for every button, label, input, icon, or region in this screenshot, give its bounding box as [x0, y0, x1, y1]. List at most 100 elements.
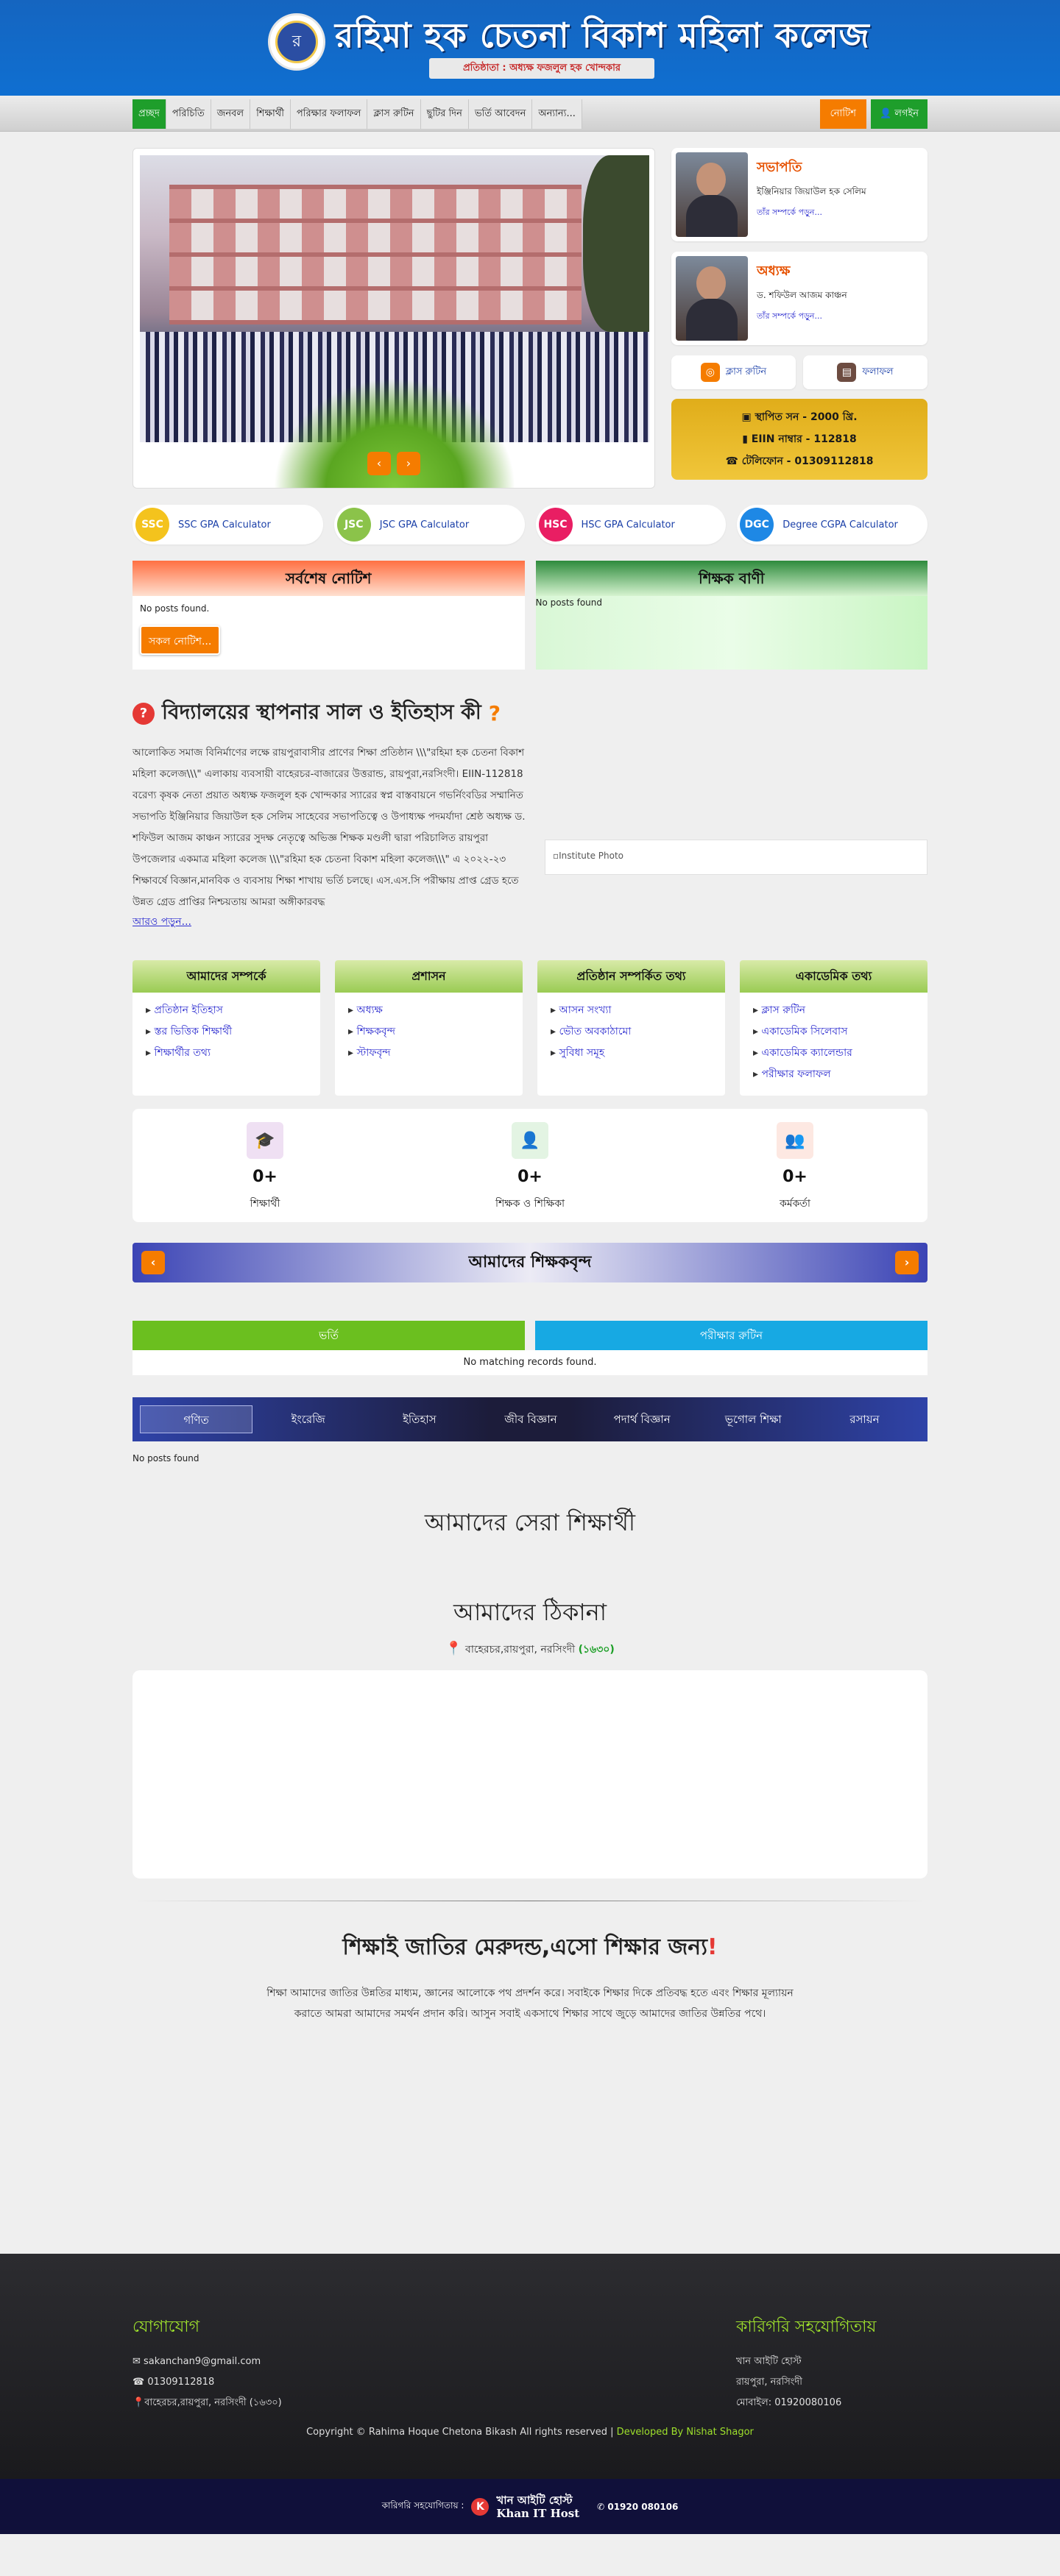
map-pin-icon: 📍	[445, 1641, 462, 1656]
map-embed[interactable]	[132, 1670, 928, 1878]
chairman-title: সভাপতি	[757, 160, 802, 175]
column-link[interactable]: শিক্ষার্থীর তথ্য	[146, 1043, 307, 1064]
graduation-cap-icon: 🎓	[247, 1122, 283, 1159]
gpa-calculator-card[interactable]: JSC JSC GPA Calculator	[333, 505, 525, 544]
gpa-badge-icon: HSC	[538, 508, 573, 542]
latest-notice-title: সর্বশেষ নোটিশ	[132, 561, 525, 596]
broken-image-icon: ▫	[553, 851, 559, 861]
footer-phone: ☎ 01309112818	[132, 2377, 215, 2388]
teachers-next-button[interactable]: ›	[895, 1251, 919, 1274]
gpa-calculator-card[interactable]: DGC Degree CGPA Calculator	[737, 505, 928, 544]
subject-tabs: গণিত ইংরেজি ইতিহাস জীব বিজ্ঞান পদার্থ বিজ্ঞা…	[132, 1397, 928, 1441]
subject-tab[interactable]: জীব বিজ্ঞান	[475, 1405, 586, 1433]
nav-item-2[interactable]: জনবল	[211, 99, 251, 129]
envelope-icon: ✉	[132, 2356, 144, 2367]
no-records-text: No matching records found.	[132, 1350, 928, 1375]
column-title: প্রতিষ্ঠান সম্পর্কিত তথ্য	[537, 960, 725, 993]
tree-shape	[583, 155, 649, 332]
established-info: ▣ স্থাপিত সন - 2000 খ্রি.	[741, 411, 858, 423]
column-link[interactable]: ক্লাস রুটিন	[753, 1000, 914, 1021]
stat-value: 0+	[517, 1168, 543, 1186]
slider-next-button[interactable]: ›	[397, 452, 420, 475]
stat-label: শিক্ষক ও শিক্ষিকা	[495, 1198, 565, 1210]
notice-empty-text: No posts found.	[140, 603, 210, 614]
user-icon: 👤	[879, 107, 895, 119]
login-button[interactable]: 👤 লগইন	[870, 99, 928, 129]
result-button[interactable]: ▤ ফলাফল	[803, 355, 928, 389]
footer-address: 📍বাহেরচর,রায়পুরা, নরসিংদী (১৬৩০)	[132, 2397, 282, 2408]
column-link[interactable]: স্তর ভিত্তিক শিক্ষার্থী	[146, 1021, 307, 1043]
column-link[interactable]: স্টাফবৃন্দ	[348, 1043, 509, 1064]
gpa-badge-icon: DGC	[740, 508, 774, 542]
nav-item-8[interactable]: অন্যান্য...	[532, 99, 582, 129]
teachers-prev-button[interactable]: ‹	[141, 1251, 165, 1274]
map-pin-icon: 📍	[132, 2397, 145, 2408]
subject-tab[interactable]: ইংরেজি	[252, 1405, 364, 1433]
principal-read-more-link[interactable]: তাঁর সম্পর্কে পড়ুন...	[757, 310, 847, 324]
nav-item-3[interactable]: শিক্ষার্থী	[250, 99, 291, 129]
credit-label: কারিগরি সহযোগিতায় :	[381, 2499, 464, 2511]
subject-tab[interactable]: ভূগোল শিক্ষা	[698, 1405, 809, 1433]
grass-decoration	[273, 377, 516, 488]
logo-emblem: র	[275, 21, 318, 63]
subject-tab[interactable]: রসায়ন	[809, 1405, 920, 1433]
motto-title: শিক্ষাই জাতির মেরুদন্ড,এসো শিক্ষার জন্য!	[342, 1934, 718, 1960]
phone-icon: ✆	[597, 2501, 608, 2512]
column-link[interactable]: প্রতিষ্ঠান ইতিহাস	[146, 1000, 307, 1021]
column-link[interactable]: অধ্যক্ষ	[348, 1000, 509, 1021]
subject-tab[interactable]: ইতিহাস	[364, 1405, 475, 1433]
column-link[interactable]: একাডেমিক সিলেবাস	[753, 1021, 914, 1043]
column-link[interactable]: পরীক্ষার ফলাফল	[753, 1064, 914, 1085]
gpa-label: SSC GPA Calculator	[178, 519, 271, 531]
contact-title: যোগাযোগ	[132, 2318, 200, 2336]
gpa-calculator-card[interactable]: SSC SSC GPA Calculator	[132, 505, 323, 544]
routine-icon: ◎	[700, 363, 720, 382]
class-routine-button[interactable]: ◎ ক্লাস রুটিন	[671, 355, 796, 389]
nav-item-5[interactable]: ক্লাস রুটিন	[367, 99, 421, 129]
phone-icon: ☎	[132, 2377, 148, 2388]
footer-email[interactable]: ✉ sakanchan9@gmail.com	[132, 2352, 282, 2372]
bookmark-icon: ▮	[742, 433, 752, 445]
column-link[interactable]: শিক্ষকবৃন্দ	[348, 1021, 509, 1043]
nav-item-4[interactable]: পরিক্ষার ফলাফল	[290, 99, 368, 129]
slider-prev-button[interactable]: ‹	[367, 452, 391, 475]
stat-item: 🎓 0+ শিক্ষার্থী	[132, 1109, 398, 1222]
nav-item-7[interactable]: ভর্তি আবেদন	[468, 99, 533, 129]
column-link[interactable]: একাডেমিক ক্যালেন্ডার	[753, 1043, 914, 1064]
teacher-speech-title: শিক্ষক বাণী	[535, 561, 928, 596]
all-notices-button[interactable]: সকল নোটিশ...	[140, 625, 221, 655]
column-title: আমাদের সম্পর্কে	[132, 960, 320, 993]
credit-brand[interactable]: খান আইটি হোস্ট Khan IT Host	[496, 2494, 579, 2520]
teachers-band: ‹ আমাদের শিক্ষকবৃন্দ ›	[132, 1243, 928, 1282]
nav-item-6[interactable]: ছুটির দিন	[420, 99, 469, 129]
column-link[interactable]: ভৌত অবকাঠামো	[551, 1021, 712, 1043]
copyright: Copyright © Rahima Hoque Chetona Bikash …	[306, 2427, 754, 2438]
tab-exam-routine[interactable]: পরীক্ষার রুটিন	[535, 1321, 928, 1350]
speech-empty-text: No posts found	[535, 597, 603, 608]
gpa-calculator-card[interactable]: HSC HSC GPA Calculator	[535, 505, 727, 544]
gpa-badge-icon: JSC	[336, 508, 371, 542]
notice-button[interactable]: নোটিশ	[819, 99, 866, 129]
history-heading: ? বিদ্যালয়ের স্থাপনার সাল ও ইতিহাস কী ?	[132, 696, 526, 731]
college-logo[interactable]: র	[268, 13, 325, 71]
tech-title: কারিগরি সহযোগিতায়	[736, 2318, 877, 2336]
stat-value: 0+	[252, 1168, 278, 1186]
nav-item-1[interactable]: পরিচিতি	[166, 99, 211, 129]
principal-name: ড. শফিউল আজম কাঞ্চন	[757, 290, 847, 300]
developer-link[interactable]: Developed By Nishat Shagor	[614, 2427, 754, 2438]
tab-admission[interactable]: ভর্তি	[132, 1321, 525, 1350]
latest-notice-panel: সর্বশেষ নোটিশ No posts found. সকল নোটিশ.…	[132, 561, 525, 670]
gpa-calculators: SSC SSC GPA Calculator JSC JSC GPA Calculat…	[132, 505, 928, 544]
nav-item-0[interactable]: প্রচ্ছদ	[132, 99, 166, 129]
subject-tab[interactable]: পদার্থ বিজ্ঞান	[587, 1405, 698, 1433]
column-title: প্রশাসন	[335, 960, 523, 993]
image-slider: ‹ ›	[132, 148, 655, 489]
column-link[interactable]: সুবিধা সমূহ	[551, 1043, 712, 1064]
read-more-link[interactable]: আরও পড়ুন...	[132, 913, 526, 931]
principal-card: অধ্যক্ষ ড. শফিউল আজম কাঞ্চন তাঁর সম্পর্ক…	[671, 252, 928, 345]
info-column: একাডেমিক তথ্য ক্লাস রুটিনএকাডেমিক সিলেবাস…	[740, 960, 928, 1096]
subject-tab[interactable]: গণিত	[140, 1405, 253, 1433]
column-link[interactable]: আসন সংখ্যা	[551, 1000, 712, 1021]
login-label: লগইন	[894, 107, 919, 119]
chairman-read-more-link[interactable]: তাঁর সম্পর্কে পড়ুন...	[757, 206, 866, 220]
